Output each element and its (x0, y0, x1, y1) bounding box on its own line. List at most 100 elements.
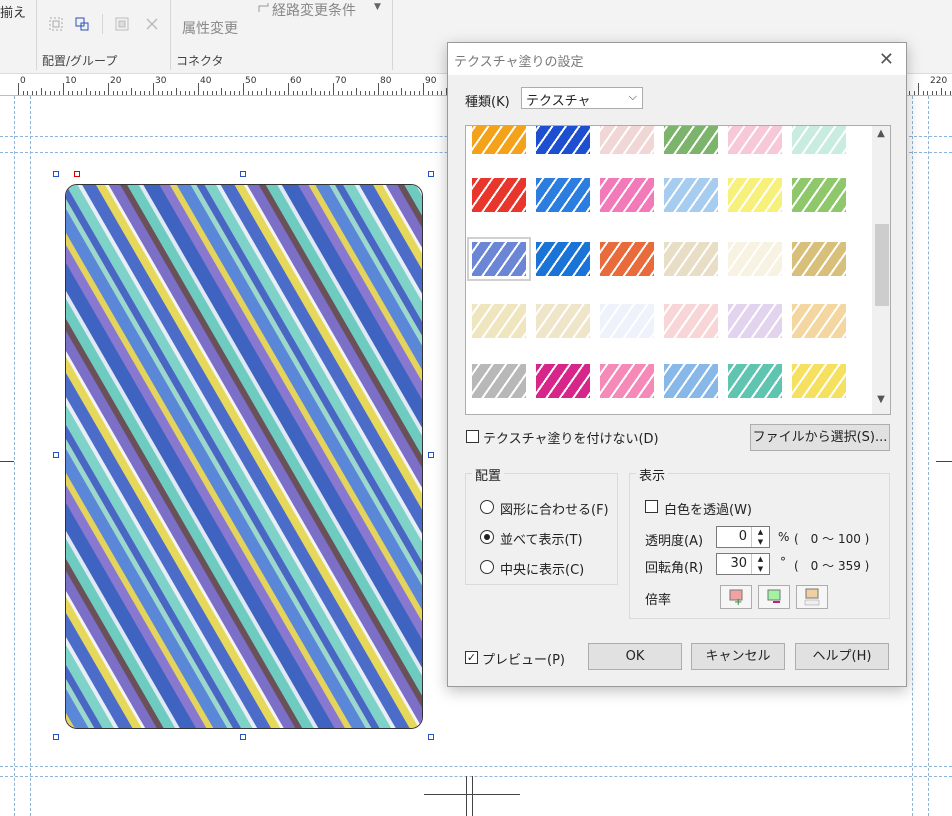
scroll-up-icon[interactable]: ▲ (872, 128, 890, 146)
texture-swatch[interactable] (600, 304, 654, 338)
ungroup-icon[interactable] (74, 16, 90, 32)
radio-center[interactable] (480, 560, 494, 574)
texture-swatch[interactable] (536, 126, 590, 154)
group-icon[interactable] (48, 16, 64, 32)
ruler-tick (130, 88, 132, 95)
opacity-unit: % (778, 530, 790, 544)
release-group-icon[interactable] (144, 16, 160, 32)
texture-swatch[interactable] (728, 364, 782, 398)
zoom-in-button[interactable]: + (720, 585, 752, 609)
texture-swatch[interactable] (728, 178, 782, 212)
zoom-out-button[interactable] (758, 585, 790, 609)
ribbon-align-partial-label[interactable]: 揃え (0, 2, 26, 21)
preview-checkbox[interactable]: ✓ (465, 651, 478, 664)
scroll-thumb[interactable] (875, 224, 889, 306)
ruler-tick (180, 91, 181, 95)
texture-swatch[interactable] (664, 364, 718, 398)
texture-swatch[interactable] (728, 242, 782, 276)
ruler-tick (279, 91, 280, 95)
help-button[interactable]: ヘルプ(H) (795, 643, 889, 670)
ruler-label: 50 (245, 76, 257, 86)
selection-handle[interactable] (428, 734, 434, 740)
ruler-tick (909, 91, 910, 95)
opacity-spinbox[interactable]: 0 ▲ ▼ (716, 526, 770, 548)
no-texture-label[interactable]: テクスチャ塗りを付けない(D) (483, 428, 659, 447)
selection-handle[interactable] (428, 171, 434, 177)
ruler-tick (400, 88, 402, 95)
type-select[interactable]: テクスチャ ⌵ (521, 87, 643, 109)
zoom-reset-button[interactable] (796, 585, 828, 609)
texture-gallery[interactable]: ▲ ▼ (465, 125, 891, 415)
selection-handle[interactable] (240, 734, 246, 740)
texture-swatch[interactable] (536, 178, 590, 212)
texture-swatch[interactable] (472, 304, 526, 338)
white-transparent-label[interactable]: 白色を透過(W) (664, 499, 752, 518)
textured-rounded-rectangle[interactable] (65, 184, 423, 729)
selection-handle[interactable] (428, 452, 434, 458)
ruler-tick (99, 91, 100, 95)
texture-swatch[interactable] (600, 178, 654, 212)
white-transparent-checkbox[interactable] (645, 500, 658, 513)
ruler-tick (198, 83, 199, 95)
cancel-button[interactable]: キャンセル (691, 643, 785, 670)
attribute-change-button[interactable]: 属性変更 (182, 18, 238, 38)
texture-swatch[interactable] (792, 304, 846, 338)
select-group-icon[interactable] (114, 16, 130, 32)
rotation-spinbox[interactable]: 30 ▲ ▼ (716, 553, 770, 575)
ruler-tick (171, 91, 172, 95)
texture-swatch[interactable] (467, 237, 531, 281)
texture-swatch[interactable] (792, 364, 846, 398)
spin-arrows-icon[interactable]: ▲ ▼ (751, 554, 769, 574)
ruler-tick (918, 83, 919, 95)
selection-handle[interactable] (53, 734, 59, 740)
texture-swatch[interactable] (792, 242, 846, 276)
radio-fit[interactable] (480, 500, 494, 514)
texture-swatch[interactable] (600, 364, 654, 398)
radio-tile[interactable] (480, 530, 494, 544)
spin-arrows-icon[interactable]: ▲ ▼ (751, 527, 769, 547)
texture-swatch[interactable] (472, 364, 526, 398)
preview-label[interactable]: プレビュー(P) (482, 649, 565, 668)
no-texture-checkbox[interactable] (466, 430, 479, 443)
file-select-button[interactable]: ファイルから選択(S)... (750, 424, 890, 451)
adjust-handle[interactable] (74, 171, 80, 177)
radio-fit-label[interactable]: 図形に合わせる(F) (500, 499, 609, 518)
texture-swatch[interactable] (664, 304, 718, 338)
ok-button[interactable]: OK (588, 643, 682, 670)
ribbon-separator (36, 0, 37, 70)
scroll-down-icon[interactable]: ▼ (872, 394, 890, 412)
ruler-tick (270, 91, 271, 95)
texture-swatch[interactable] (664, 242, 718, 276)
texture-swatch[interactable] (728, 304, 782, 338)
ruler-label: 90 (425, 76, 437, 86)
close-icon[interactable]: ✕ (879, 49, 894, 70)
radio-center-label[interactable]: 中央に表示(C) (500, 559, 584, 578)
ruler-tick (441, 91, 442, 95)
texture-swatch[interactable] (664, 126, 718, 154)
texture-swatch[interactable] (536, 364, 590, 398)
ruler-tick (148, 91, 150, 95)
texture-swatch[interactable] (536, 304, 590, 338)
texture-swatch[interactable] (664, 178, 718, 212)
chevron-down-icon[interactable]: ▼ (374, 2, 381, 12)
ruler-tick (436, 91, 438, 95)
crop-mark (472, 776, 473, 816)
radio-tile-label[interactable]: 並べて表示(T) (500, 529, 583, 548)
texture-swatch[interactable] (600, 242, 654, 276)
texture-swatch[interactable] (792, 178, 846, 212)
texture-swatch[interactable] (472, 178, 526, 212)
texture-swatch[interactable] (792, 126, 846, 154)
selection-handle[interactable] (240, 171, 246, 177)
route-change-button[interactable]: 経路変更条件 (272, 0, 356, 20)
texture-swatch[interactable] (600, 126, 654, 154)
zoom-out-icon (767, 589, 781, 603)
ruler-tick (94, 91, 96, 95)
selection-handle[interactable] (53, 452, 59, 458)
texture-swatch[interactable] (728, 126, 782, 154)
dialog-titlebar[interactable]: テクスチャ塗りの設定 ✕ (448, 43, 906, 75)
texture-swatch[interactable] (536, 242, 590, 276)
texture-swatch[interactable] (472, 126, 526, 154)
ruler-tick (319, 91, 321, 95)
selection-handle[interactable] (53, 171, 59, 177)
gallery-scrollbar[interactable]: ▲ ▼ (872, 126, 890, 414)
